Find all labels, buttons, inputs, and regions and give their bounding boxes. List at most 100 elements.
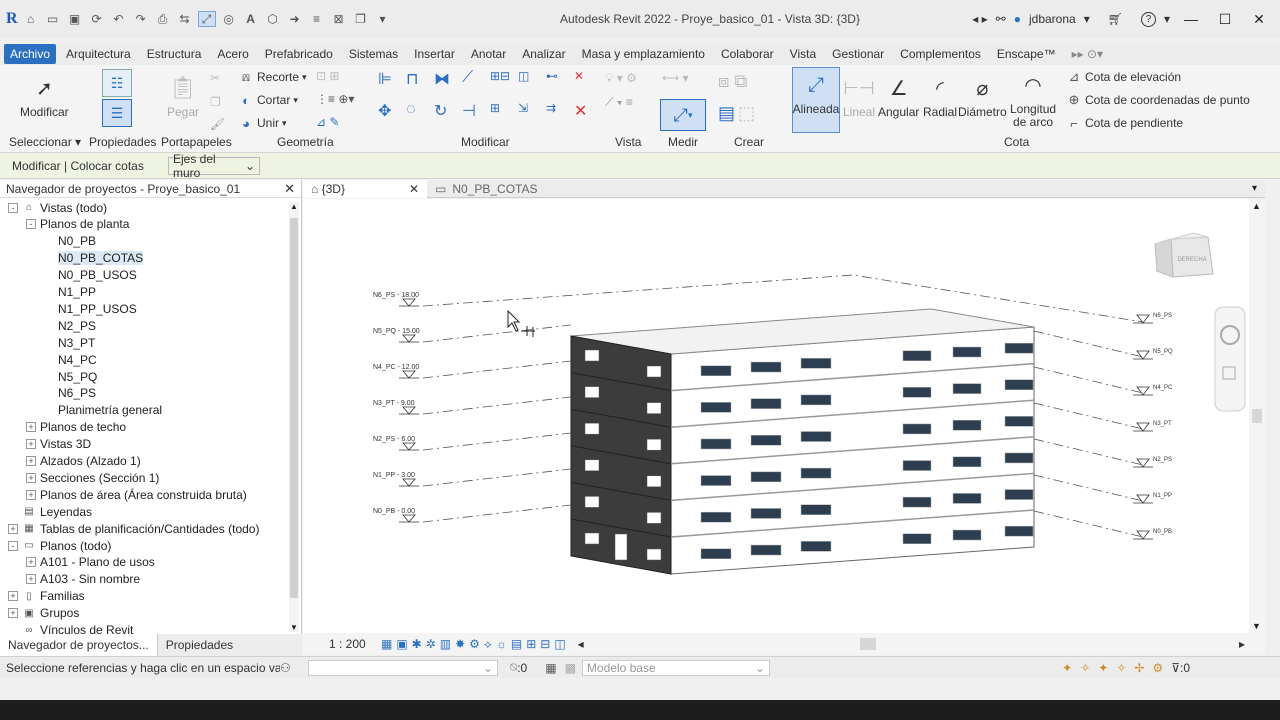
tree-item[interactable]: + Vistas 3D	[26, 436, 91, 453]
mirror-draw-icon[interactable]: ⟋	[462, 69, 488, 99]
tree-item[interactable]: + ▦ Tablas de planificación/Cantidades (to…	[8, 520, 259, 537]
move-icon[interactable]: ✥	[378, 101, 404, 131]
tab-complementos[interactable]: Complementos	[894, 44, 987, 64]
override-icon[interactable]: ⟋ ▾ ≡	[605, 95, 633, 110]
editable-only-icon[interactable]: ⍉	[510, 660, 517, 675]
drawing-area[interactable]: N6_PS - 18.00 N6_PS N5_PQ - 15.00 N5_PQ N4_P…	[303, 199, 1249, 633]
tree-item[interactable]: N4_PC	[44, 351, 97, 368]
aligned-button[interactable]: ⤢ Alineada	[792, 67, 840, 133]
tab-sistemas[interactable]: Sistemas	[343, 44, 404, 64]
align-icon[interactable]: ⊫	[378, 69, 404, 99]
spot-elevation-button[interactable]: ⊿ Cota de elevación	[1066, 69, 1182, 85]
tab-properties[interactable]: Propiedades	[158, 634, 241, 656]
scroll-up-icon[interactable]: ▲	[290, 202, 298, 211]
join-button[interactable]: ◕ Unir ▾	[238, 115, 286, 131]
redo-icon[interactable]: ↷	[132, 11, 150, 27]
tree-item[interactable]: N0_PB	[44, 233, 96, 250]
tab-anotar[interactable]: Anotar	[465, 44, 512, 64]
tab-arquitectura[interactable]: Arquitectura	[60, 44, 137, 64]
workset-select[interactable]: ⌄	[308, 659, 498, 676]
revit-logo-icon[interactable]: R	[6, 10, 18, 28]
offset-icon[interactable]: ⊓	[406, 69, 432, 99]
switch-windows-icon[interactable]: ❐	[352, 11, 370, 27]
create-group-icon[interactable]: ⧈ ⧉	[718, 71, 747, 92]
tree-item[interactable]: ▤ Leyendas	[8, 503, 92, 520]
tab-prefabricado[interactable]: Prefabricado	[259, 44, 339, 64]
linear-button[interactable]: ⊢⊣ Lineal	[842, 71, 876, 120]
scroll-down-icon[interactable]: ▼	[290, 623, 298, 632]
open-icon[interactable]: ▭	[44, 11, 62, 27]
tab-vista[interactable]: Vista	[784, 44, 822, 64]
expand-icon[interactable]: +	[26, 456, 36, 466]
browser-scrollbar[interactable]: ▲ ▼	[289, 202, 299, 632]
tab-estructura[interactable]: Estructura	[141, 44, 208, 64]
tree-item[interactable]: - ⌂ Vistas (todo)	[8, 199, 107, 216]
customize-qat-icon[interactable]: ▾	[374, 11, 392, 27]
tree-item[interactable]: N6_PS	[44, 385, 96, 402]
collapse-icon[interactable]: -	[8, 202, 18, 213]
view-scroll-down-icon[interactable]: ▼	[1252, 621, 1261, 631]
3d-view-icon[interactable]: ⬡	[264, 11, 282, 27]
main-model-icon[interactable]: ▦	[545, 661, 556, 675]
user-icon[interactable]: ●	[1014, 12, 1021, 26]
paste-button[interactable]: 📋︎ Pegar	[166, 71, 200, 119]
tree-item[interactable]: N1_PP_USOS	[44, 300, 137, 317]
array-icon[interactable]: ⊞	[490, 101, 516, 131]
measure-distance-icon[interactable]: ⟷ ▾	[662, 71, 689, 85]
text-icon[interactable]: A	[242, 11, 260, 27]
maximize-button[interactable]: ☐	[1212, 11, 1238, 28]
measure-icon[interactable]: ⇆	[176, 11, 194, 27]
tree-item[interactable]: N0_PB_COTAS	[44, 250, 144, 267]
expand-icon[interactable]: +	[26, 574, 36, 585]
design-options-icon[interactable]: ⚇	[280, 661, 302, 675]
collapse-icon[interactable]: -	[26, 219, 36, 230]
cope-button[interactable]: ⟎ Recorte ▾	[238, 69, 307, 85]
ribbon-expand-icon[interactable]: ▸▸ ⊙▾	[1066, 44, 1109, 64]
aligned-dim-small-button[interactable]: ⤢ ▾	[660, 99, 706, 131]
tree-item[interactable]: + A103 - Sin nombre	[26, 571, 140, 588]
view-hscroll-thumb[interactable]	[859, 638, 876, 650]
tree-item[interactable]: + A101 - Plano de usos	[26, 554, 155, 571]
close-hidden-icon[interactable]: ⊠	[330, 11, 348, 27]
scale-icon[interactable]: ⇲	[518, 101, 544, 131]
undo-icon[interactable]: ↶	[110, 11, 128, 27]
create-parts-icon[interactable]: ▤ ⬚	[718, 103, 755, 124]
radial-button[interactable]: ◜ Radial	[923, 71, 957, 120]
view-vscroll-thumb[interactable]	[1252, 409, 1262, 423]
tree-item[interactable]: - ▭ Planos (todo)	[8, 537, 111, 554]
panel-seleccionar[interactable]: Seleccionar ▾	[9, 135, 81, 149]
close-tab-icon[interactable]: ✕	[409, 182, 419, 196]
tab-colaborar[interactable]: Colaborar	[715, 44, 780, 64]
expand-icon[interactable]: +	[26, 422, 36, 433]
tree-item[interactable]: + Alzados (Alzado 1)	[26, 453, 141, 470]
tree-item[interactable]: + Planos de área (Área construida bruta)	[26, 486, 247, 503]
split-icon[interactable]: ⇉	[546, 101, 572, 131]
cart-icon[interactable]: 🛒︎	[1108, 12, 1123, 26]
user-dropdown-icon[interactable]: ▾	[1084, 12, 1090, 26]
collapse-icon[interactable]: -	[8, 540, 18, 551]
copy-icon[interactable]: ❐	[210, 95, 221, 109]
viewcube[interactable]: DERECHA	[1154, 232, 1214, 278]
wall-joins-icon[interactable]: ⊡ ⊞	[316, 69, 339, 83]
tab-acero[interactable]: Acero	[211, 44, 254, 64]
tab-masa[interactable]: Masa y emplazamiento	[576, 44, 711, 64]
rotate-icon[interactable]: ↻	[434, 101, 460, 131]
tab-archivo[interactable]: Archivo	[4, 44, 57, 64]
tag-icon[interactable]: ◎	[220, 11, 238, 27]
thin-lines-icon[interactable]: ≡	[308, 11, 326, 27]
search-back-icon[interactable]: ◂ ▸	[972, 12, 987, 26]
copy-tool-icon[interactable]: ⊞⊟	[490, 69, 516, 99]
tree-item[interactable]: N5_PQ	[44, 368, 97, 385]
home-icon[interactable]: ⌂	[22, 11, 40, 27]
view-vscrollbar[interactable]: ▲ ▼	[1249, 199, 1265, 633]
tree-item[interactable]: ∞ Vínculos de Revit	[8, 622, 133, 634]
help-dropdown-icon[interactable]: ▾	[1164, 12, 1170, 26]
design-option-icon[interactable]: ▩	[565, 661, 576, 675]
hscroll-right-icon[interactable]: ▸	[1239, 637, 1265, 651]
filter-icon[interactable]: ⊽	[1171, 661, 1180, 675]
mirror-axis-icon[interactable]: ⧓	[434, 69, 460, 99]
help-icon[interactable]: ?	[1140, 11, 1156, 27]
view-tab-plan[interactable]: ▭ N0_PB_COTAS	[427, 180, 587, 198]
trim-icon[interactable]: ⊣	[462, 101, 488, 131]
expand-icon[interactable]: +	[26, 557, 36, 568]
